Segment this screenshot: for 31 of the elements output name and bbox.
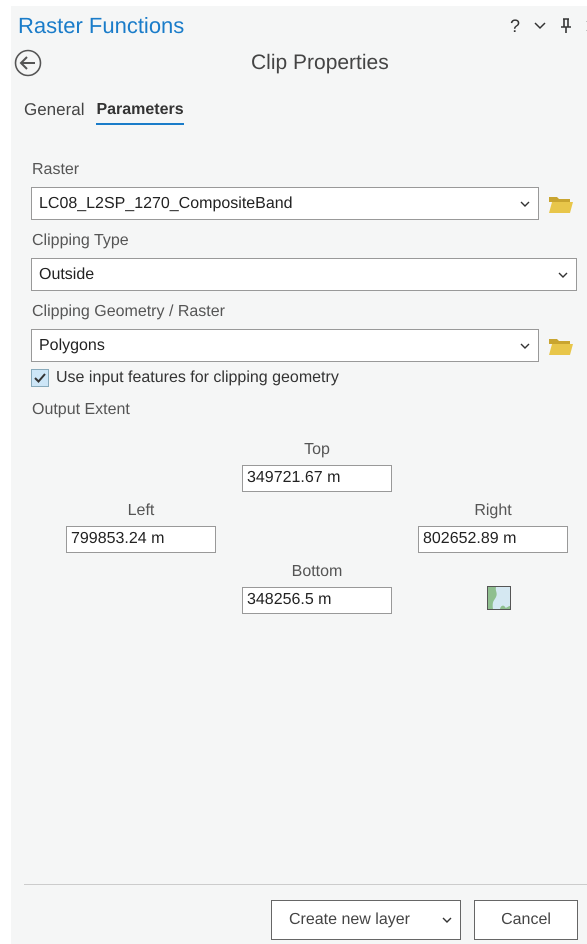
dropdown-field[interactable]: LC08_L2SP_1270_CompositeBand [31, 187, 539, 220]
input-field[interactable]: 802652.89 m [418, 526, 568, 553]
create-layer-button[interactable]: Create new layer [271, 900, 461, 940]
input-field[interactable]: 349721.67 m [242, 465, 392, 492]
extent-label: Left [128, 502, 154, 520]
help-button[interactable]: ? [510, 16, 520, 36]
caret-icon[interactable] [558, 272, 568, 278]
caret-icon[interactable] [442, 917, 452, 923]
field-label: Raster [32, 161, 80, 179]
dropdown-field[interactable]: Outside [31, 258, 577, 291]
dropdown-field[interactable]: Polygons [31, 329, 539, 362]
field-label: Clipping Geometry / Raster [32, 303, 226, 321]
input-field[interactable]: 348256.5 m [242, 587, 392, 614]
checkbox-label: Use input features for clipping geometry [56, 369, 339, 387]
input-field[interactable]: 799853.24 m [66, 526, 216, 553]
tab[interactable]: General [24, 100, 84, 125]
pane-title: Raster Functions [18, 13, 184, 39]
field-label: Clipping Type [32, 232, 130, 250]
tab[interactable]: Parameters [96, 100, 184, 125]
caret-icon[interactable] [520, 342, 530, 348]
chevron-down-icon[interactable] [534, 22, 546, 30]
panel-heading: Clip Properties [251, 51, 389, 75]
cancel-button[interactable]: Cancel [474, 900, 578, 940]
extent-label: Top [304, 441, 330, 459]
section-label: Output Extent [32, 401, 131, 419]
extent-label: Bottom [292, 563, 342, 581]
pin-icon[interactable] [560, 18, 572, 34]
map-icon[interactable] [487, 586, 511, 610]
caret-icon[interactable] [520, 200, 530, 206]
checkbox[interactable] [31, 369, 49, 387]
extent-label: Right [474, 502, 512, 520]
